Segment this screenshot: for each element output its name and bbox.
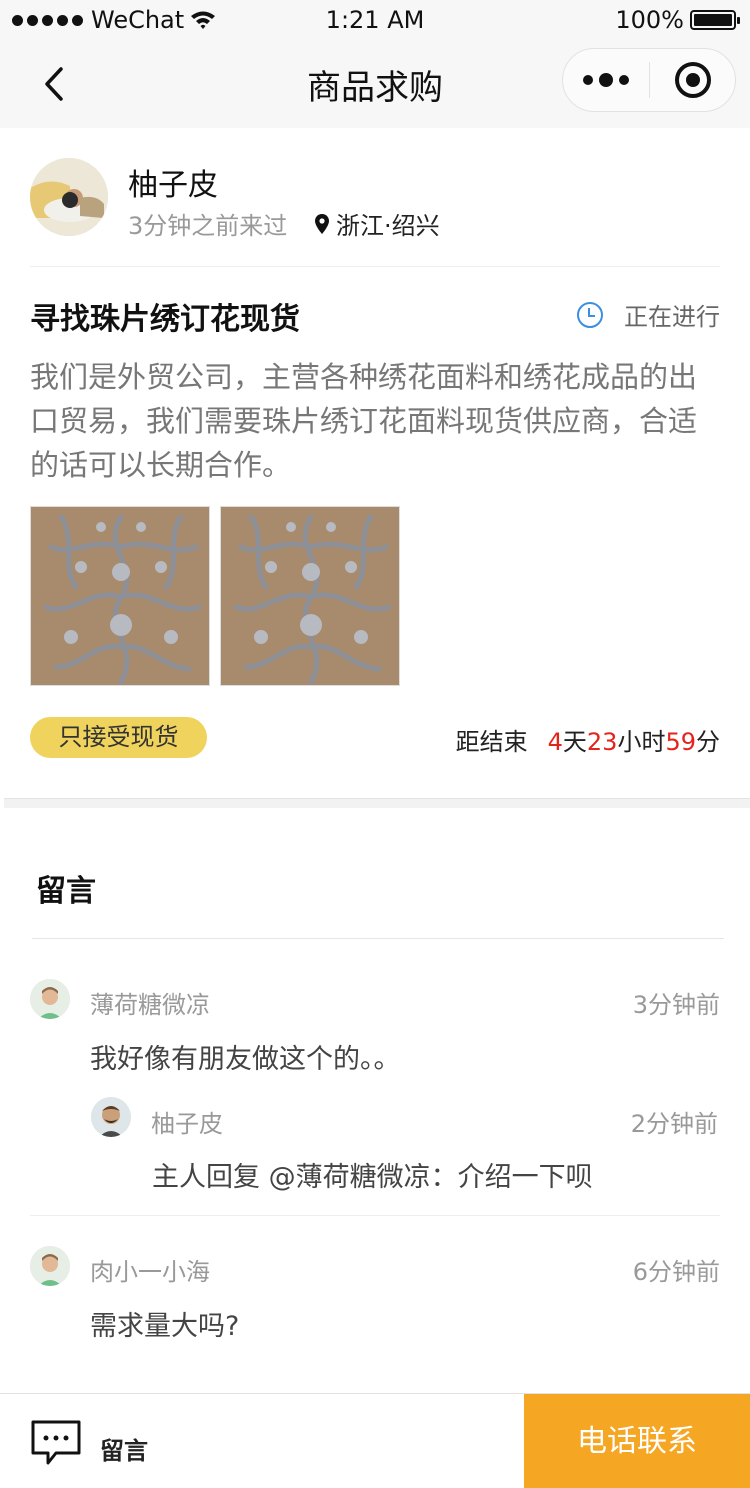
countdown-hours-unit: 小时	[617, 728, 666, 756]
bottom-action-bar: 留言 电话联系	[0, 1393, 750, 1488]
countdown-minutes: 59	[665, 728, 696, 756]
nav-bar: 商品求购	[0, 40, 750, 128]
mini-program-capsule	[562, 48, 736, 112]
avatar-image	[91, 1097, 131, 1137]
poster-name: 柚子皮	[128, 168, 218, 203]
fabric-photo[interactable]	[30, 506, 210, 686]
comment-author: 肉小一小海	[90, 1258, 210, 1286]
divider	[30, 1215, 720, 1216]
more-dots-icon	[583, 75, 593, 85]
comment-time: 3分钟前	[632, 991, 720, 1019]
divider	[32, 938, 724, 939]
countdown-minutes-unit: 分	[696, 728, 720, 756]
more-button[interactable]	[563, 49, 649, 111]
post-title: 寻找珠片绣订花现货	[30, 302, 300, 337]
comment-time: 6分钟前	[632, 1258, 720, 1286]
last-visited: 3分钟之前来过	[128, 212, 288, 240]
status-text: 正在进行	[624, 303, 720, 331]
countdown-label: 距结束	[455, 728, 528, 756]
comment-text: 我好像有朋友做这个的。。	[90, 1044, 401, 1075]
reply-text: 主人回复 @薄荷糖微凉：介绍一下呗	[152, 1162, 593, 1193]
battery-icon	[690, 10, 740, 30]
reply-author: 柚子皮	[151, 1110, 223, 1138]
photo-gallery	[30, 506, 400, 686]
status-bar: WeChat 1:21 AM 100%	[0, 0, 750, 40]
post-status: 正在进行	[576, 297, 720, 332]
avatar-image	[30, 979, 70, 1019]
reply-time: 2分钟前	[630, 1110, 718, 1138]
avatar[interactable]	[30, 1246, 70, 1286]
target-icon	[674, 62, 711, 98]
comments-heading: 留言	[36, 874, 96, 909]
countdown-days: 4	[547, 728, 563, 756]
status-right: 100%	[615, 6, 740, 34]
comment-author: 薄荷糖微凉	[90, 991, 210, 1019]
countdown-days-unit: 天	[562, 728, 587, 756]
section-gap	[4, 798, 750, 808]
avatar[interactable]	[30, 979, 70, 1019]
close-mini-program-button[interactable]	[650, 49, 735, 111]
call-button[interactable]: 电话联系	[524, 1394, 750, 1488]
poster-info: 柚子皮 3分钟之前来过 浙江·绍兴	[30, 158, 720, 241]
location-pin-icon	[315, 213, 329, 234]
embroidery-image	[221, 507, 399, 685]
post-description: 我们是外贸公司，主营各种绣花面料和绣花成品的出口贸易，我们需要珠片绣订花面料现货…	[30, 360, 698, 482]
chat-bubble-icon	[31, 1420, 81, 1465]
embroidery-image	[31, 507, 209, 685]
countdown-hours: 23	[586, 728, 618, 756]
location: 浙江·绍兴	[314, 206, 440, 241]
leave-message-button[interactable]: 留言	[30, 1418, 148, 1468]
countdown: 距结束 4天23小时59分	[456, 722, 720, 757]
battery-percent: 100%	[615, 6, 684, 34]
fabric-photo[interactable]	[220, 506, 400, 686]
location-text: 浙江·绍兴	[336, 212, 440, 240]
stock-only-tag: 只接受现货	[30, 717, 207, 758]
avatar[interactable]	[30, 158, 108, 236]
comment-text: 需求量大吗?	[90, 1311, 240, 1342]
divider	[30, 266, 720, 267]
avatar-image	[30, 158, 108, 236]
avatar[interactable]	[91, 1097, 131, 1137]
leave-message-label: 留言	[100, 1436, 148, 1465]
clock-icon	[577, 301, 603, 328]
avatar-image	[30, 1246, 70, 1286]
